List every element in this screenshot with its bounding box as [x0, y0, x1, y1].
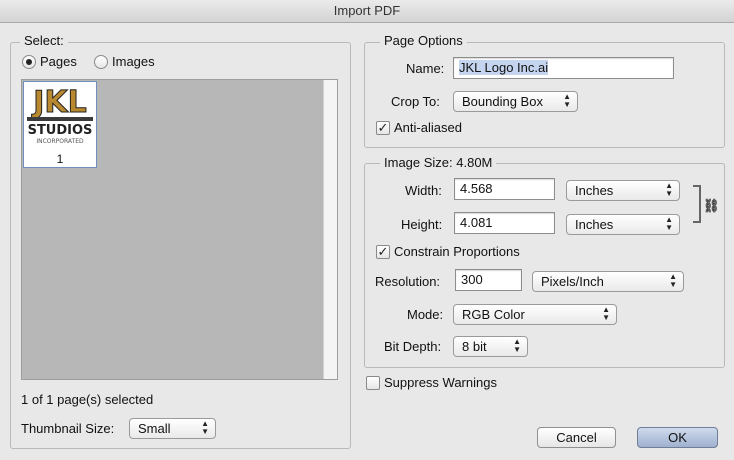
chain-link-icon: ⛓ — [703, 198, 720, 213]
suppress-warnings-checkbox[interactable] — [366, 376, 380, 390]
images-radio-label[interactable]: Images — [112, 54, 155, 69]
image-size-legend: Image Size: 4.80M — [380, 155, 497, 170]
crop-to-select[interactable]: Bounding Box ▲ ▼ — [453, 91, 578, 112]
proportion-link-bracket — [693, 185, 701, 223]
logo-text-mid: STUDIOS — [28, 123, 93, 138]
width-input[interactable]: 4.568 — [454, 178, 555, 200]
resolution-unit-value: Pixels/Inch — [541, 274, 604, 289]
resolution-label: Resolution: — [375, 274, 441, 289]
select-legend: Select: — [20, 33, 68, 48]
resolution-input[interactable]: 300 — [455, 269, 522, 291]
page-selection-status: 1 of 1 page(s) selected — [21, 392, 154, 407]
thumbnail-scrollbar[interactable] — [323, 80, 337, 379]
name-label: Name: — [406, 61, 445, 76]
mode-value: RGB Color — [462, 307, 525, 322]
suppress-warnings-label[interactable]: Suppress Warnings — [384, 375, 497, 390]
crop-to-label: Crop To: — [391, 94, 440, 109]
height-unit-select[interactable]: Inches ▲ ▼ — [566, 214, 680, 235]
name-value: JKL Logo Inc.ai — [459, 60, 549, 75]
thumbnail-size-value: Small — [138, 421, 171, 436]
updown-arrows-icon: ▲ ▼ — [602, 305, 610, 322]
window-title: Import PDF — [0, 0, 734, 23]
updown-arrows-icon: ▲ ▼ — [665, 215, 673, 232]
resolution-unit-select[interactable]: Pixels/Inch ▲ ▼ — [532, 271, 684, 292]
width-unit-select[interactable]: Inches ▲ ▼ — [566, 180, 680, 201]
logo-text-bottom: INCORPORATED — [36, 138, 84, 145]
constrain-proportions-label[interactable]: Constrain Proportions — [394, 244, 520, 259]
ok-button[interactable]: OK — [637, 427, 718, 448]
height-unit-value: Inches — [575, 217, 614, 232]
logo-text-top: JKL — [31, 85, 87, 120]
width-unit-value: Inches — [575, 183, 614, 198]
anti-aliased-label[interactable]: Anti-aliased — [394, 120, 462, 135]
images-radio[interactable] — [94, 55, 108, 69]
constrain-proportions-checkbox[interactable]: ✓ — [376, 245, 390, 259]
page-thumbnail-list[interactable]: JKL STUDIOS INCORPORATED 1 — [21, 79, 338, 380]
bit-depth-value: 8 bit — [462, 339, 487, 354]
pages-radio[interactable] — [22, 55, 36, 69]
width-label: Width: — [405, 183, 442, 198]
updown-arrows-icon: ▲ ▼ — [513, 337, 521, 354]
thumbnail-size-label: Thumbnail Size: — [21, 421, 115, 436]
thumbnail-size-select[interactable]: Small ▲ ▼ — [129, 418, 216, 439]
height-value: 4.081 — [460, 215, 493, 230]
name-input[interactable]: JKL Logo Inc.ai — [453, 57, 674, 79]
jkl-logo-image: JKL STUDIOS INCORPORATED — [24, 82, 96, 150]
updown-arrows-icon: ▲ ▼ — [201, 419, 209, 436]
width-value: 4.568 — [460, 181, 493, 196]
anti-aliased-checkbox[interactable]: ✓ — [376, 121, 390, 135]
pages-radio-label[interactable]: Pages — [40, 54, 77, 69]
page-number: 1 — [56, 152, 64, 166]
updown-arrows-icon: ▲ ▼ — [669, 272, 677, 289]
updown-arrows-icon: ▲ ▼ — [665, 181, 673, 198]
cancel-button[interactable]: Cancel — [537, 427, 616, 448]
bit-depth-label: Bit Depth: — [384, 339, 442, 354]
updown-arrows-icon: ▲ ▼ — [563, 92, 571, 109]
bit-depth-select[interactable]: 8 bit ▲ ▼ — [453, 336, 528, 357]
page-options-legend: Page Options — [380, 33, 467, 48]
mode-select[interactable]: RGB Color ▲ ▼ — [453, 304, 617, 325]
height-label: Height: — [401, 217, 443, 232]
crop-to-value: Bounding Box — [462, 94, 543, 109]
page-thumbnail[interactable]: JKL STUDIOS INCORPORATED 1 — [23, 81, 97, 168]
resolution-value: 300 — [461, 272, 483, 287]
height-input[interactable]: 4.081 — [454, 212, 555, 234]
mode-label: Mode: — [407, 307, 444, 322]
